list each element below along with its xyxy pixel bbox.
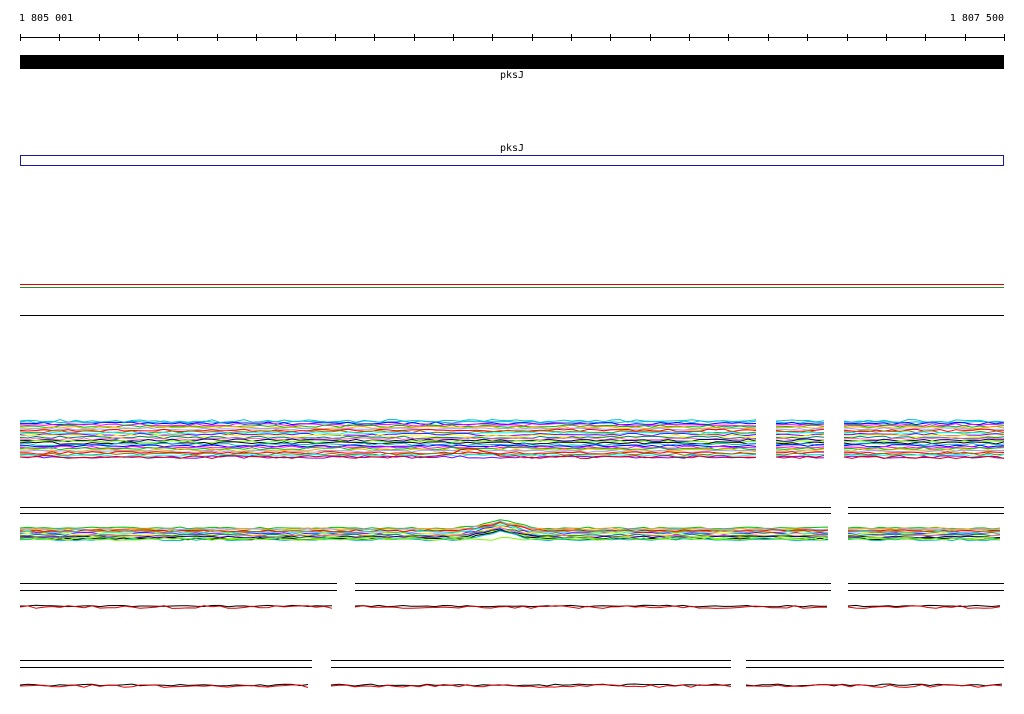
signal-band-1-top — [775, 419, 825, 423]
signal-band-4-black — [19, 683, 309, 687]
signal-tracks — [19, 284, 1005, 688]
track-canvas — [19, 34, 1005, 688]
signal-band-1-line — [775, 433, 825, 437]
signal-band-2-line — [19, 521, 829, 531]
coordinate-ruler — [20, 34, 1005, 41]
gene-feature-pksj-filled[interactable] — [20, 55, 1004, 69]
gene-feature-pksj-outline[interactable] — [20, 155, 1004, 166]
signal-band-2-line — [19, 521, 829, 533]
signal-band-1-line — [775, 446, 825, 449]
signal-band-1-line — [19, 452, 757, 456]
signal-band-2-line — [19, 519, 829, 530]
